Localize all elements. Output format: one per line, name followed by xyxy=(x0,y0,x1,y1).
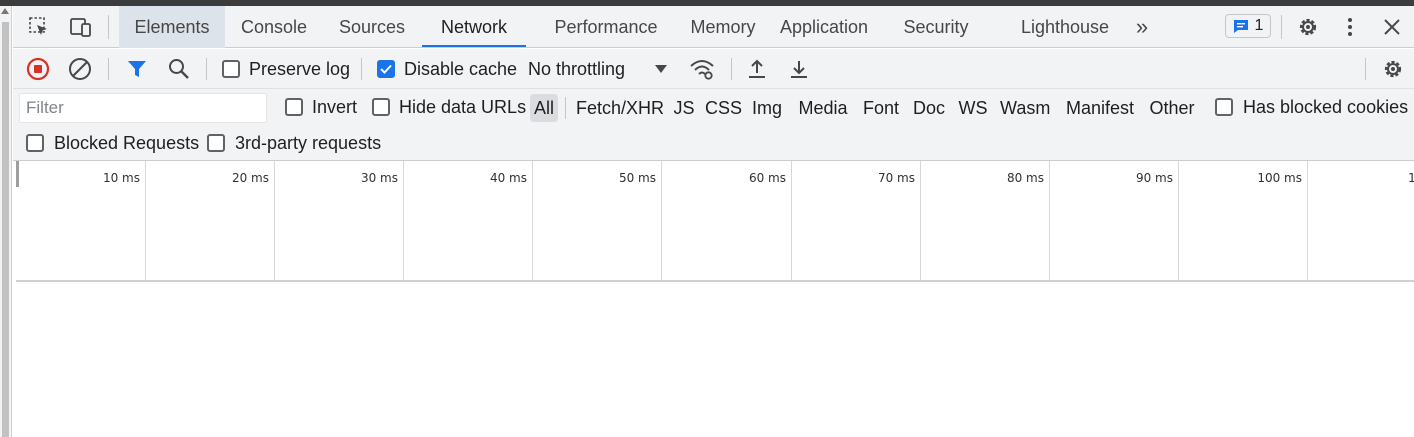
type-filter-img[interactable]: Img xyxy=(750,94,784,122)
scroll-up-arrow-icon[interactable] xyxy=(1,8,9,14)
timeline-tick-label: 110 xyxy=(1408,171,1414,185)
disable-cache-label[interactable]: Disable cache xyxy=(404,59,517,80)
issues-badge[interactable]: 1 xyxy=(1225,14,1271,38)
type-filter-ws[interactable]: WS xyxy=(958,94,988,122)
active-tab-indicator xyxy=(422,45,526,47)
export-har-download-icon[interactable] xyxy=(786,56,812,82)
timeline-tick-label: 100 ms xyxy=(1257,171,1302,185)
toolbar-separator xyxy=(731,58,732,80)
inspect-element-icon[interactable] xyxy=(27,15,51,39)
close-devtools-icon[interactable] xyxy=(1380,15,1404,39)
has-blocked-cookies-checkbox[interactable] xyxy=(1215,98,1233,116)
timeline-tick-label: 50 ms xyxy=(618,171,656,185)
third-party-requests-label[interactable]: 3rd-party requests xyxy=(235,133,381,154)
throttling-select[interactable]: No throttling xyxy=(528,59,625,80)
toolbar-separator xyxy=(361,58,362,80)
type-filter-manifest[interactable]: Manifest xyxy=(1063,94,1137,122)
network-conditions-wifi-icon[interactable] xyxy=(689,56,715,82)
toolbar-separator xyxy=(108,58,109,80)
timeline-gridline xyxy=(791,161,792,280)
filter-funnel-icon[interactable] xyxy=(124,56,150,82)
scrollbar-thumb[interactable] xyxy=(2,22,9,437)
blocked-requests-label[interactable]: Blocked Requests xyxy=(54,133,199,154)
timeline-gridline xyxy=(274,161,275,280)
timeline-gridline xyxy=(1049,161,1050,280)
third-party-requests-checkbox[interactable] xyxy=(207,134,225,152)
has-blocked-cookies-label[interactable]: Has blocked cookies xyxy=(1243,97,1408,118)
preserve-log-checkbox[interactable] xyxy=(222,60,240,78)
toolbar-separator xyxy=(206,58,207,80)
timeline-gridline xyxy=(532,161,533,280)
hide-data-urls-label[interactable]: Hide data URLs xyxy=(399,97,526,118)
issues-count: 1 xyxy=(1254,17,1264,34)
timeline-gridline xyxy=(403,161,404,280)
throttling-dropdown-arrow-icon[interactable] xyxy=(655,65,667,73)
preserve-log-label[interactable]: Preserve log xyxy=(249,59,350,80)
tab-lighthouse[interactable]: Lighthouse xyxy=(1011,6,1119,48)
checkmark-icon xyxy=(380,64,392,74)
tab-elements[interactable]: Elements xyxy=(119,6,225,48)
network-settings-gear-icon[interactable] xyxy=(1380,56,1406,82)
more-tabs-button[interactable]: » xyxy=(1127,6,1157,48)
network-toolbar: Preserve log Disable cache No throttling xyxy=(13,49,1414,89)
tab-sources[interactable]: Sources xyxy=(331,6,413,48)
tab-console[interactable]: Console xyxy=(232,6,316,48)
timeline-tick-label: 40 ms xyxy=(489,171,527,185)
disable-cache-checkbox[interactable] xyxy=(377,60,395,78)
stop-recording-icon[interactable] xyxy=(25,56,51,82)
timeline-gridline xyxy=(1307,161,1308,280)
type-filter-js[interactable]: JS xyxy=(673,94,695,122)
type-filter-media[interactable]: Media xyxy=(796,94,850,122)
invert-label[interactable]: Invert xyxy=(312,97,357,118)
type-filter-css[interactable]: CSS xyxy=(705,94,742,122)
settings-gear-icon[interactable] xyxy=(1296,15,1320,39)
type-filter-wasm[interactable]: Wasm xyxy=(1000,94,1050,122)
requests-content-area[interactable] xyxy=(16,284,1414,437)
issue-message-icon xyxy=(1233,20,1248,33)
search-icon[interactable] xyxy=(166,56,192,82)
timeline-gridline xyxy=(145,161,146,280)
type-filter-doc[interactable]: Doc xyxy=(911,94,947,122)
type-filter-font[interactable]: Font xyxy=(861,94,901,122)
toolbar-separator xyxy=(1365,58,1366,80)
timeline-tick-label: 80 ms xyxy=(1006,171,1044,185)
timeline-tick-label: 90 ms xyxy=(1135,171,1173,185)
filter-separator xyxy=(565,97,566,119)
type-filter-all[interactable]: All xyxy=(530,94,558,122)
hide-data-urls-checkbox[interactable] xyxy=(372,98,390,116)
clear-log-icon[interactable] xyxy=(67,56,93,82)
tab-security[interactable]: Security xyxy=(895,6,977,48)
tab-performance[interactable]: Performance xyxy=(535,6,677,48)
devtools-tab-bar: Elements Console Sources Network Perform… xyxy=(13,6,1414,48)
tab-bar-separator xyxy=(108,15,109,39)
tab-memory[interactable]: Memory xyxy=(670,6,776,48)
device-toolbar-icon[interactable] xyxy=(69,15,93,39)
timeline-gridline xyxy=(1178,161,1179,280)
timeline-tick-label: 10 ms xyxy=(102,171,140,185)
import-har-upload-icon[interactable] xyxy=(744,56,770,82)
network-overview-timeline[interactable]: 10 ms 20 ms 30 ms 40 ms 50 ms 60 ms 70 ms 80 ms… xyxy=(16,161,1414,282)
tab-application[interactable]: Application xyxy=(771,6,877,48)
timeline-tick-label: 60 ms xyxy=(748,171,786,185)
timeline-gridline xyxy=(661,161,662,280)
type-filter-other[interactable]: Other xyxy=(1147,94,1197,122)
left-scrollbar[interactable] xyxy=(0,6,12,437)
timeline-left-handle[interactable] xyxy=(16,161,19,187)
invert-checkbox[interactable] xyxy=(285,98,303,116)
type-filter-fetch-xhr[interactable]: Fetch/XHR xyxy=(576,94,664,122)
devtools-panel: Elements Console Sources Network Perform… xyxy=(13,6,1414,437)
more-options-kebab-icon[interactable] xyxy=(1338,15,1362,39)
timeline-tick-label: 20 ms xyxy=(231,171,269,185)
timeline-gridline xyxy=(920,161,921,280)
filter-input[interactable] xyxy=(19,93,267,123)
blocked-requests-checkbox[interactable] xyxy=(26,134,44,152)
timeline-tick-label: 30 ms xyxy=(360,171,398,185)
filter-bar: Invert Hide data URLs All Fetch/XHR JS C… xyxy=(13,89,1414,161)
timeline-tick-label: 70 ms xyxy=(877,171,915,185)
tab-bar-separator-right xyxy=(1281,15,1282,39)
tab-network[interactable]: Network xyxy=(422,6,526,48)
